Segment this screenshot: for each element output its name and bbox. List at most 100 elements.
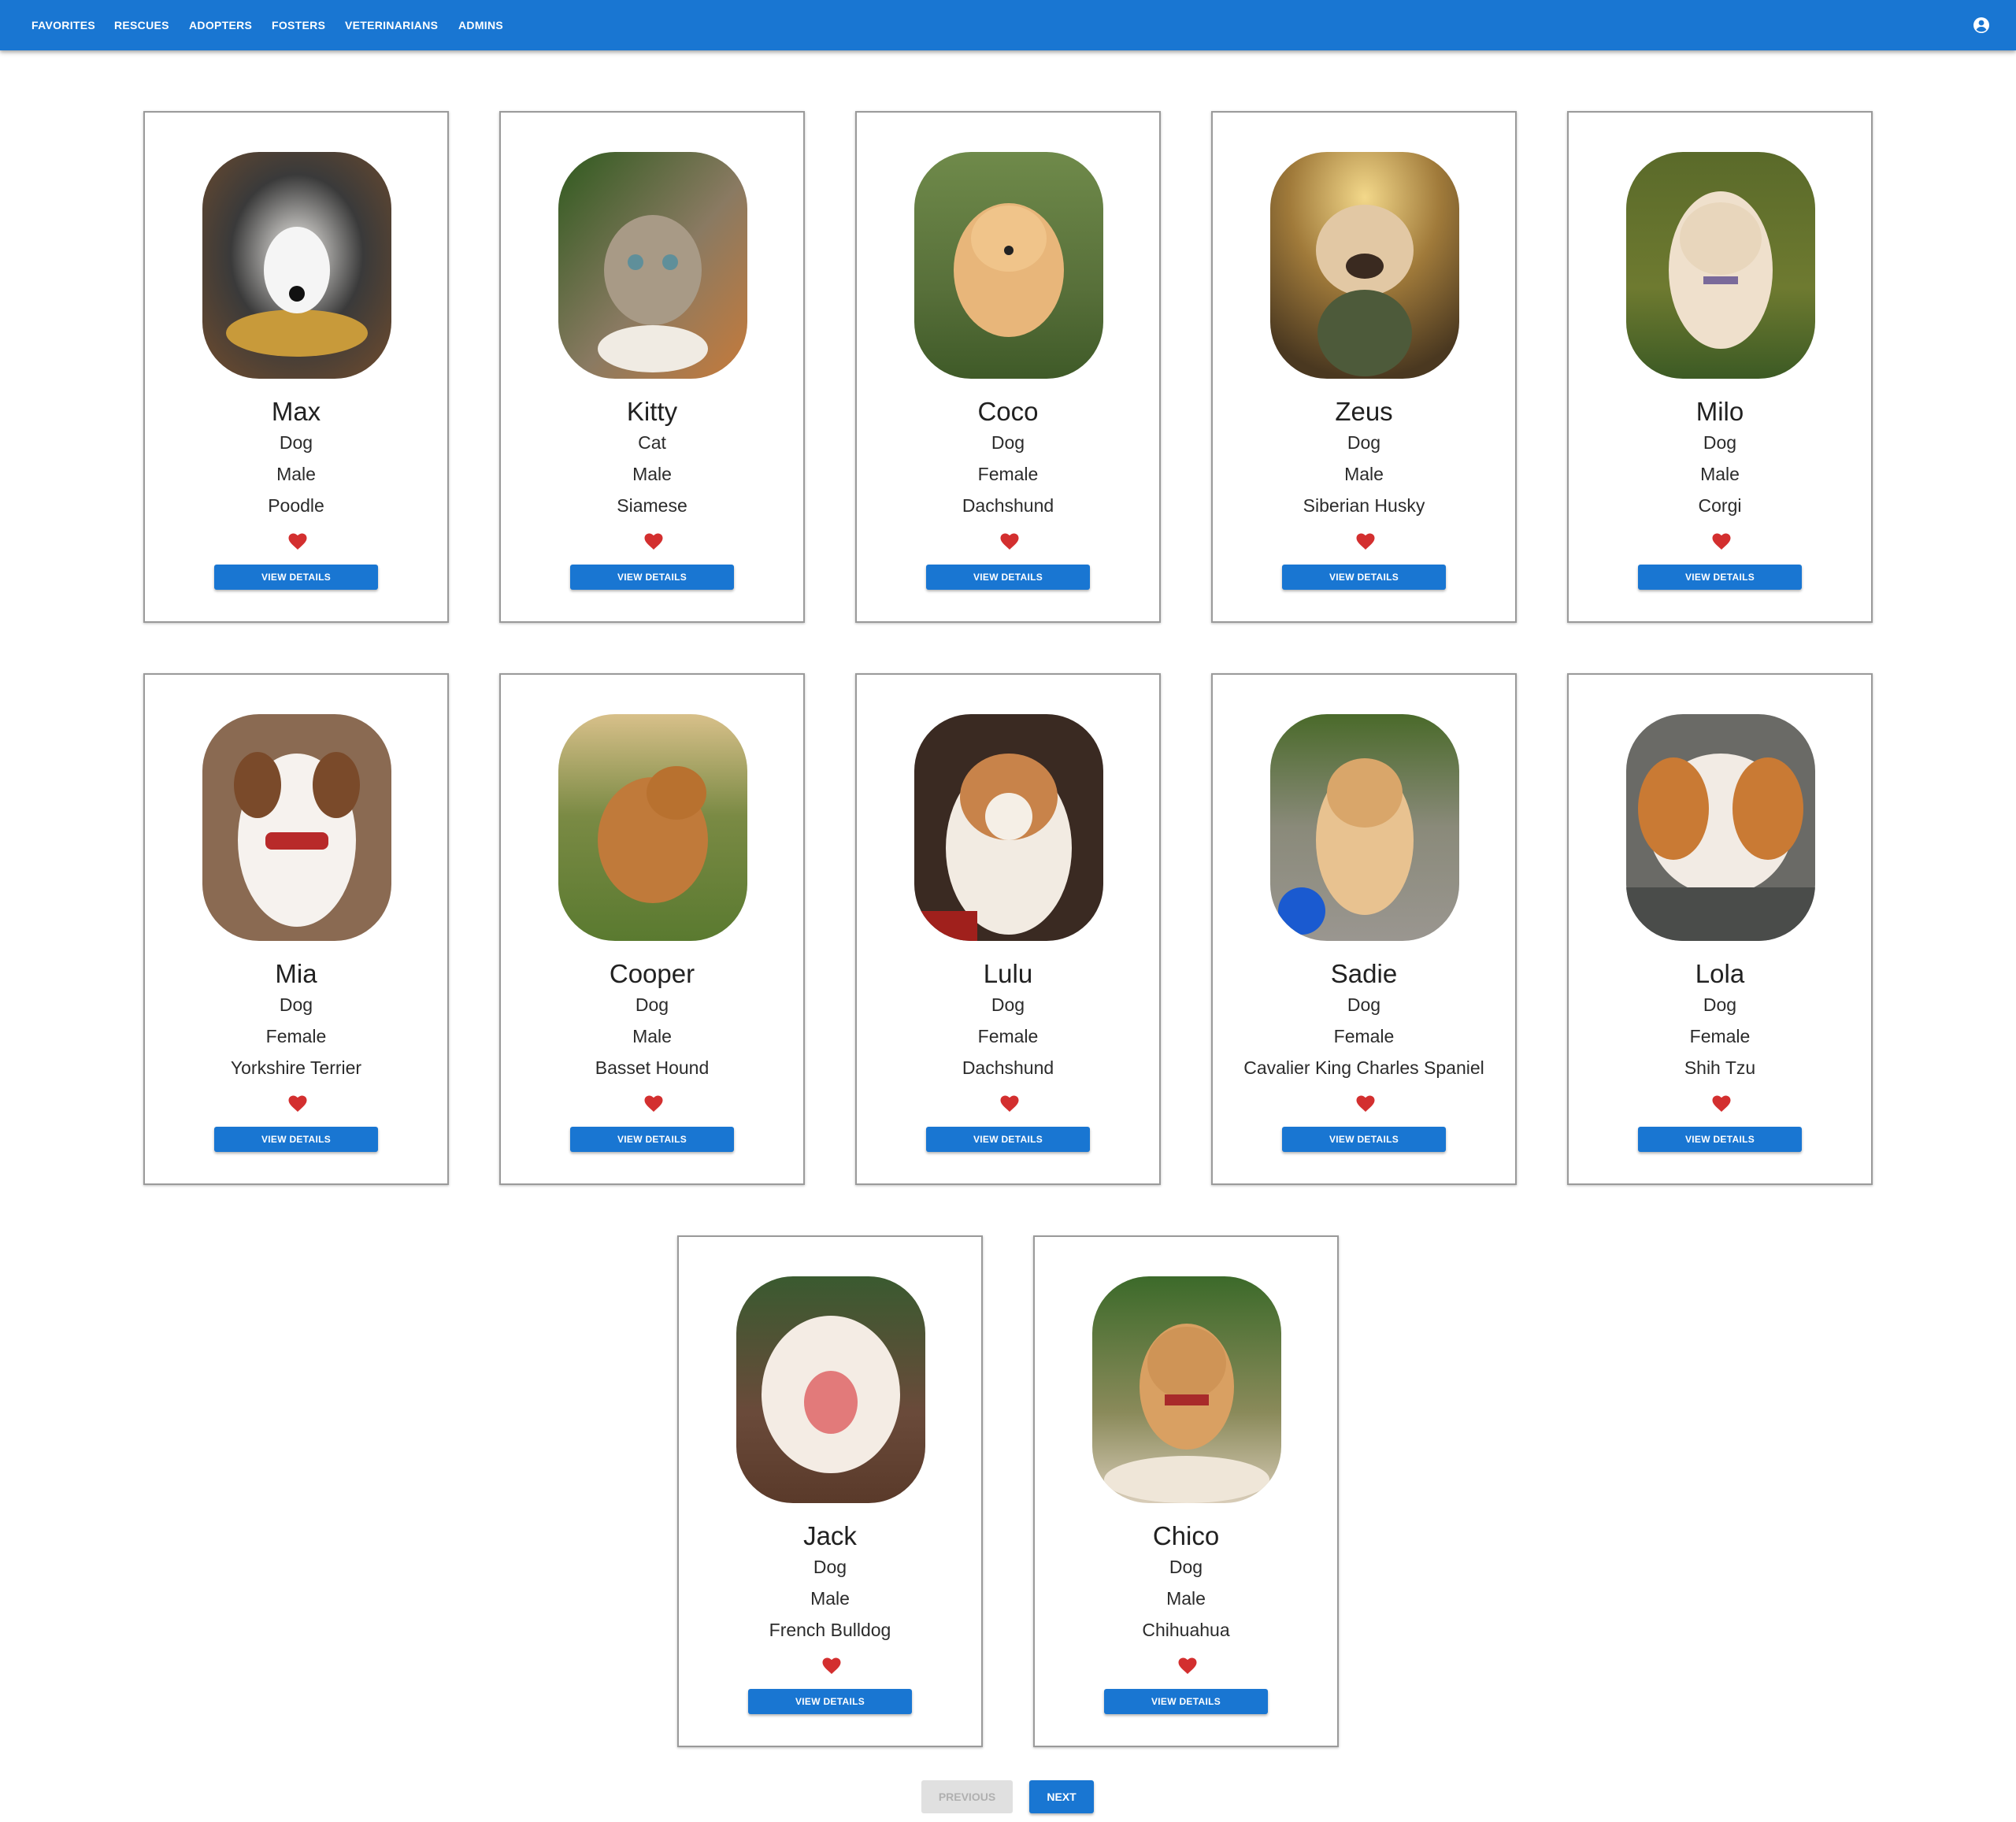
pet-breed: Siberian Husky <box>1303 495 1425 516</box>
pet-gender: Female <box>977 1026 1039 1046</box>
pet-name: Jack <box>803 1521 857 1550</box>
pet-gender: Male <box>276 464 316 484</box>
pet-species: Dog <box>1347 432 1381 453</box>
pet-breed: Cavalier King Charles Spaniel <box>1243 1057 1484 1078</box>
pet-breed: French Bulldog <box>769 1620 891 1640</box>
pet-photo <box>914 714 1103 941</box>
pet-name: Lola <box>1695 959 1745 988</box>
view-details-button[interactable]: View Details <box>214 565 378 590</box>
favorite-heart-icon[interactable] <box>1356 533 1375 550</box>
nav-favorites[interactable]: Favorites <box>32 0 95 50</box>
pet-gender: Female <box>1689 1026 1751 1046</box>
pet-name: Mia <box>275 959 317 988</box>
favorite-heart-icon[interactable] <box>644 533 663 550</box>
pet-breed: Chihuahua <box>1142 1620 1230 1640</box>
pet-photo <box>1270 152 1459 379</box>
pet-species: Dog <box>1703 994 1737 1015</box>
nav-veterinarians[interactable]: Veterinarians <box>345 0 438 50</box>
pet-species: Dog <box>1703 432 1737 453</box>
favorite-heart-icon[interactable] <box>822 1657 841 1675</box>
view-details-button[interactable]: View Details <box>214 1127 378 1152</box>
pet-species: Dog <box>279 432 313 453</box>
pet-breed: Dachshund <box>962 1057 1054 1078</box>
pet-name: Kitty <box>626 397 678 426</box>
pet-breed: Shih Tzu <box>1684 1057 1756 1078</box>
pet-species: Dog <box>991 994 1025 1015</box>
pet-species: Dog <box>1347 994 1381 1015</box>
pet-species: Dog <box>991 432 1025 453</box>
pet-gender: Male <box>1344 464 1384 484</box>
view-details-button[interactable]: View Details <box>1282 1127 1446 1152</box>
pet-species: Dog <box>635 994 669 1015</box>
pet-breed: Siamese <box>617 495 687 516</box>
pet-card: Mia Dog Female Yorkshire Terrier View De… <box>143 673 449 1185</box>
view-details-button[interactable]: View Details <box>748 1689 912 1714</box>
favorite-heart-icon[interactable] <box>288 533 307 550</box>
view-details-button[interactable]: View Details <box>570 565 734 590</box>
pet-breed: Yorkshire Terrier <box>230 1057 362 1078</box>
pet-card: Jack Dog Male French Bulldog View Detail… <box>677 1235 983 1747</box>
pet-breed: Corgi <box>1698 495 1742 516</box>
pet-photo <box>1092 1276 1281 1503</box>
favorite-heart-icon[interactable] <box>1712 1095 1731 1113</box>
pet-name: Max <box>271 397 321 426</box>
pet-breed: Basset Hound <box>595 1057 710 1078</box>
favorite-heart-icon[interactable] <box>1178 1657 1197 1675</box>
view-details-button[interactable]: View Details <box>926 565 1090 590</box>
app-bar: Favorites Rescues Adopters Fosters Veter… <box>0 0 2016 50</box>
pet-species: Dog <box>279 994 313 1015</box>
pet-photo <box>736 1276 925 1503</box>
pet-photo <box>202 714 391 941</box>
nav-admins[interactable]: Admins <box>458 0 503 50</box>
favorite-heart-icon[interactable] <box>288 1095 307 1113</box>
pet-breed: Poodle <box>268 495 324 516</box>
nav-rescues[interactable]: Rescues <box>114 0 169 50</box>
pet-card: Coco Dog Female Dachshund View Details <box>855 111 1161 623</box>
next-page-button[interactable]: Next <box>1029 1780 1094 1813</box>
pet-photo <box>1626 152 1815 379</box>
view-details-button[interactable]: View Details <box>1282 565 1446 590</box>
pet-card: Max Dog Male Poodle View Details <box>143 111 449 623</box>
pet-name: Cooper <box>609 959 695 988</box>
pet-card: Milo Dog Male Corgi View Details <box>1567 111 1873 623</box>
pet-card: Cooper Dog Male Basset Hound View Detail… <box>499 673 805 1185</box>
pet-name: Lulu <box>983 959 1033 988</box>
view-details-button[interactable]: View Details <box>1638 1127 1802 1152</box>
favorite-heart-icon[interactable] <box>1712 533 1731 550</box>
pet-gender: Male <box>632 464 672 484</box>
view-details-button[interactable]: View Details <box>1638 565 1802 590</box>
previous-page-button[interactable]: Previous <box>921 1780 1013 1813</box>
pet-photo <box>914 152 1103 379</box>
pet-card: Lulu Dog Female Dachshund View Details <box>855 673 1161 1185</box>
pet-gender: Female <box>977 464 1039 484</box>
pet-photo <box>558 152 747 379</box>
favorite-heart-icon[interactable] <box>1000 533 1019 550</box>
pet-photo <box>1626 714 1815 941</box>
account-circle-icon[interactable] <box>1972 16 1991 35</box>
pet-name: Sadie <box>1330 959 1398 988</box>
nav-fosters[interactable]: Fosters <box>272 0 325 50</box>
pet-gender: Male <box>632 1026 672 1046</box>
pet-name: Milo <box>1695 397 1744 426</box>
favorite-heart-icon[interactable] <box>1356 1095 1375 1113</box>
pet-breed: Dachshund <box>962 495 1054 516</box>
pet-card: Zeus Dog Male Siberian Husky View Detail… <box>1211 111 1517 623</box>
nav-adopters[interactable]: Adopters <box>189 0 252 50</box>
pet-name: Zeus <box>1335 397 1393 426</box>
view-details-button[interactable]: View Details <box>570 1127 734 1152</box>
pet-card: Chico Dog Male Chihuahua View Details <box>1033 1235 1339 1747</box>
pet-photo <box>1270 714 1459 941</box>
favorite-heart-icon[interactable] <box>644 1095 663 1113</box>
pet-species: Dog <box>1169 1557 1203 1577</box>
pet-photo <box>558 714 747 941</box>
view-details-button[interactable]: View Details <box>1104 1689 1268 1714</box>
pet-gender: Male <box>1700 464 1740 484</box>
pet-name: Coco <box>977 397 1039 426</box>
view-details-button[interactable]: View Details <box>926 1127 1090 1152</box>
pet-gender: Female <box>265 1026 327 1046</box>
pet-gender: Female <box>1333 1026 1395 1046</box>
pet-species: Dog <box>813 1557 847 1577</box>
favorite-heart-icon[interactable] <box>1000 1095 1019 1113</box>
pet-card: Lola Dog Female Shih Tzu View Details <box>1567 673 1873 1185</box>
pet-gender: Male <box>1166 1588 1206 1609</box>
